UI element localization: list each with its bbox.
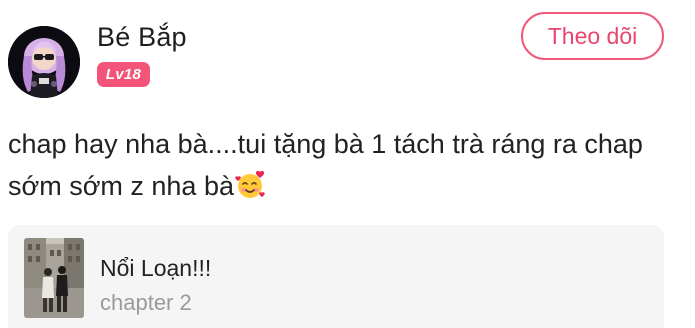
follow-button[interactable]: Theo dõi [521,12,664,60]
smiling-face-with-hearts-icon [235,169,267,201]
story-card[interactable]: Nổi Loạn!!! chapter 2 [8,225,664,328]
level-badge: Lv18 [97,62,150,87]
avatar-image [8,26,80,98]
comment-body: chap hay nha bà....tui tặng bà 1 tách tr… [8,129,643,201]
username[interactable]: Bé Bắp [97,20,187,54]
avatar[interactable] [8,26,80,98]
story-title: Nổi Loạn!!! [100,255,212,281]
story-cover-thumbnail [24,238,84,318]
comment-text: chap hay nha bà....tui tặng bà 1 tách tr… [8,123,678,207]
story-chapter: chapter 2 [100,290,192,315]
comment-item: Bé Bắp Lv18 Theo dõi chap hay nha bà....… [0,0,695,328]
